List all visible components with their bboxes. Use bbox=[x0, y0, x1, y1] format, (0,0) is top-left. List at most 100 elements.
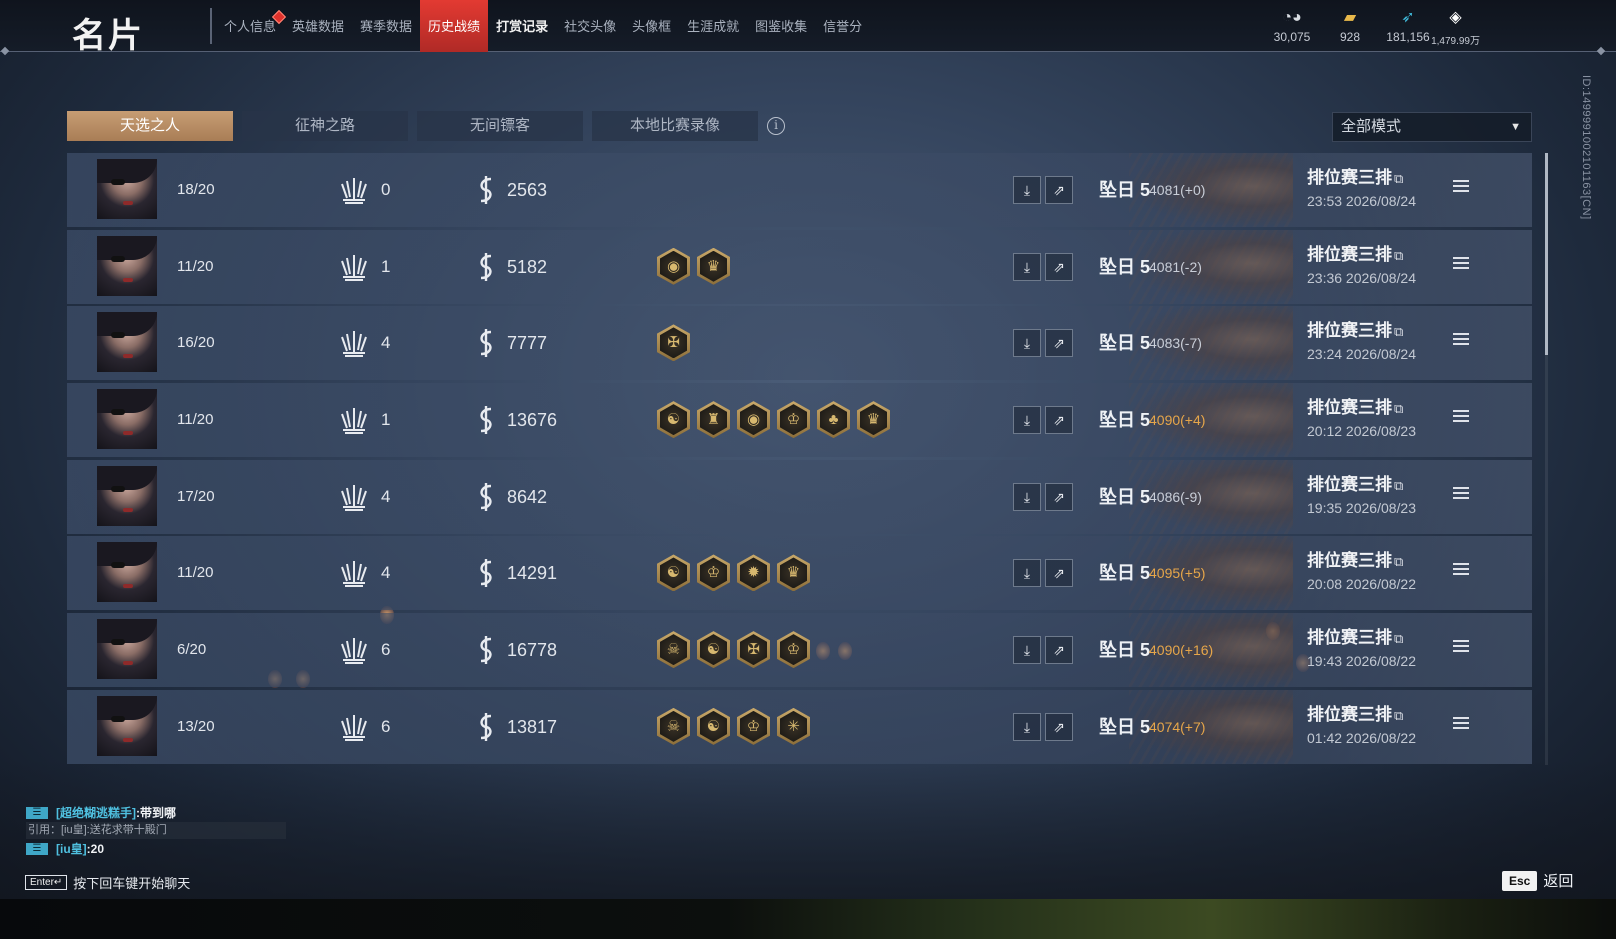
download-icon[interactable]: ⤓ bbox=[1013, 712, 1041, 741]
damage-icon bbox=[474, 558, 498, 588]
achievement-badge-icon[interactable]: ◉ bbox=[737, 401, 770, 439]
match-row[interactable]: 18/20 0 2563 ⤓ ⇗ 坠日 5 4081(+0) 排位赛三排 ⧉ 23:53 2026… bbox=[67, 153, 1532, 227]
damage-value: 16778 bbox=[507, 640, 558, 661]
tab-escort[interactable]: 无间镖客 bbox=[417, 111, 583, 141]
avatar bbox=[97, 542, 157, 603]
copy-icon[interactable]: ⧉ bbox=[1394, 631, 1403, 646]
menu-icon[interactable] bbox=[1453, 716, 1469, 731]
menu-icon[interactable] bbox=[1453, 256, 1469, 271]
tab-chosen-one[interactable]: 天选之人 bbox=[67, 111, 233, 141]
share-icon[interactable]: ⇗ bbox=[1045, 252, 1073, 281]
copy-icon[interactable]: ⧉ bbox=[1394, 554, 1403, 569]
achievement-badge-icon[interactable]: ♛ bbox=[857, 401, 890, 439]
achievement-badge-icon[interactable]: ♔ bbox=[777, 631, 810, 669]
share-icon[interactable]: ⇗ bbox=[1045, 406, 1073, 435]
copy-icon[interactable]: ⧉ bbox=[1394, 401, 1403, 416]
achievement-badge-icon[interactable]: ☯ bbox=[657, 401, 690, 439]
nav-hero-data[interactable]: 英雄数据 bbox=[284, 0, 352, 52]
achievement-badge-icon[interactable]: ☯ bbox=[697, 631, 730, 669]
share-icon[interactable]: ⇗ bbox=[1045, 712, 1073, 741]
achievement-badge-icon[interactable]: ♔ bbox=[737, 707, 770, 745]
back-button[interactable]: Esc 返回 bbox=[1502, 870, 1573, 891]
share-icon[interactable]: ⇗ bbox=[1045, 482, 1073, 511]
achievement-badge-icon[interactable]: ✠ bbox=[657, 324, 690, 362]
copy-icon[interactable]: ⧉ bbox=[1394, 171, 1403, 186]
nav-collection[interactable]: 图鉴收集 bbox=[747, 0, 815, 52]
achievement-badge-icon[interactable]: ✳ bbox=[777, 707, 810, 745]
chat-sender[interactable]: [iu皇] bbox=[56, 840, 87, 857]
achievement-badge-icon[interactable]: ☠ bbox=[657, 707, 690, 745]
achievement-badge-icon[interactable]: ♛ bbox=[697, 247, 730, 285]
achievement-badge-icon[interactable]: ☯ bbox=[657, 554, 690, 592]
kills-icon bbox=[339, 252, 369, 282]
match-row[interactable]: 17/20 4 8642 ⤓ ⇗ 坠日 5 4086(-9) 排位赛三排 ⧉ 19:35 2026… bbox=[67, 459, 1532, 534]
match-time: 01:42 2026/08/22 bbox=[1307, 729, 1416, 746]
achievement-badge-icon[interactable]: ♣ bbox=[817, 401, 850, 439]
match-row[interactable]: 11/20 1 5182 ◉ ♛ ⤓ ⇗ 坠日 5 4081(-2) 排位赛三排 ⧉ 23:36 20… bbox=[67, 229, 1532, 304]
share-icon[interactable]: ⇗ bbox=[1045, 176, 1073, 204]
copy-icon[interactable]: ⧉ bbox=[1394, 708, 1403, 723]
currency-gold[interactable]: ▰ 928 bbox=[1328, 8, 1372, 44]
menu-icon[interactable] bbox=[1453, 410, 1469, 424]
placement: 17/20 bbox=[177, 487, 215, 505]
achievement-badge-icon[interactable]: ♜ bbox=[697, 401, 730, 439]
chat-sender[interactable]: [超绝糊逃糕手] bbox=[56, 804, 136, 821]
achievement-badge-icon[interactable]: ◉ bbox=[657, 247, 690, 285]
match-row[interactable]: 6/20 6 16778 ☠ ☯ ✠ ♔ ⤓ ⇗ 坠日 5 4090(+16) 排位赛三排 ⧉ 19:43… bbox=[67, 613, 1532, 688]
download-icon[interactable]: ⤓ bbox=[1013, 329, 1041, 358]
menu-icon[interactable] bbox=[1453, 486, 1469, 501]
download-icon[interactable]: ⤓ bbox=[1013, 636, 1041, 665]
achievement-badge-icon[interactable]: ☯ bbox=[697, 707, 730, 745]
tier-label: 坠日 5 bbox=[1099, 256, 1151, 277]
score-change: 4090(+4) bbox=[1149, 412, 1206, 429]
info-icon[interactable]: i bbox=[767, 117, 785, 135]
match-row[interactable]: 11/20 1 13676 ☯ ♜ ◉ ♔ ♣ ♛ ⤓ ⇗ 坠日 5 4090(+4) 排位赛三排 ⧉ 20:… bbox=[67, 383, 1532, 458]
nav-credit-score[interactable]: 信誉分 bbox=[815, 0, 870, 52]
copy-icon[interactable]: ⧉ bbox=[1394, 478, 1403, 493]
achievement-badge-icon[interactable]: ♛ bbox=[777, 554, 810, 592]
nav-social-avatar[interactable]: 社交头像 bbox=[556, 0, 624, 52]
menu-icon[interactable] bbox=[1453, 563, 1469, 577]
share-icon[interactable]: ⇗ bbox=[1045, 636, 1073, 665]
achievement-badge-icon[interactable]: ☠ bbox=[657, 631, 690, 669]
download-icon[interactable]: ⤓ bbox=[1013, 559, 1041, 588]
currency-feather[interactable]: ➶ 181,156 bbox=[1386, 8, 1430, 44]
achievement-badge-icon[interactable]: ✹ bbox=[737, 554, 770, 592]
download-icon[interactable]: ⤓ bbox=[1013, 252, 1041, 281]
nav-career-achievements[interactable]: 生涯成就 bbox=[679, 0, 747, 52]
tab-god-path[interactable]: 征神之路 bbox=[242, 111, 408, 141]
nav-season-data[interactable]: 赛季数据 bbox=[352, 0, 420, 52]
share-icon[interactable]: ⇗ bbox=[1045, 559, 1073, 588]
match-mode: 排位赛三排 ⧉ bbox=[1307, 704, 1404, 724]
match-row[interactable]: 16/20 4 7777 ✠ ⤓ ⇗ 坠日 5 4083(-7) 排位赛三排 ⧉ 23:24 202… bbox=[67, 306, 1532, 381]
download-icon[interactable]: ⤓ bbox=[1013, 406, 1041, 435]
kills-icon bbox=[339, 175, 369, 205]
achievement-badge-icon[interactable]: ♔ bbox=[777, 401, 810, 439]
menu-icon[interactable] bbox=[1453, 640, 1469, 654]
match-row[interactable]: 11/20 4 14291 ☯ ♔ ✹ ♛ ⤓ ⇗ 坠日 5 4095(+5) 排位赛三排 ⧉ 20:08… bbox=[67, 536, 1532, 611]
scrollbar-thumb[interactable] bbox=[1545, 153, 1548, 355]
mode-filter-select[interactable]: 全部模式 ▼ bbox=[1332, 112, 1532, 142]
share-icon[interactable]: ⇗ bbox=[1045, 329, 1073, 358]
match-row[interactable]: 13/20 6 13817 ☠ ☯ ♔ ✳ ⤓ ⇗ 坠日 5 4074(+7) 排位赛三排 ⧉ 01:42… bbox=[67, 689, 1532, 764]
score-change: 4074(+7) bbox=[1149, 718, 1206, 735]
copy-icon[interactable]: ⧉ bbox=[1394, 324, 1403, 339]
nav-personal-info[interactable]: 个人信息 bbox=[216, 0, 287, 52]
scrollbar[interactable] bbox=[1545, 153, 1548, 765]
kills-count: 4 bbox=[381, 333, 391, 353]
currency-diamond[interactable]: ◈ 1,479.99万 bbox=[1431, 8, 1480, 47]
download-icon[interactable]: ⤓ bbox=[1013, 176, 1041, 204]
chat-input-hint[interactable]: Enter↵ 按下回车键开始聊天 bbox=[25, 873, 190, 892]
achievement-badge-icon[interactable]: ♔ bbox=[697, 554, 730, 592]
currency-coins[interactable]: ◔◕ 30,075 bbox=[1270, 8, 1314, 44]
nav-avatar-frame[interactable]: 头像框 bbox=[624, 0, 679, 52]
match-mode: 排位赛三排 ⧉ bbox=[1307, 628, 1404, 648]
menu-icon[interactable] bbox=[1453, 180, 1469, 194]
menu-icon[interactable] bbox=[1453, 333, 1469, 347]
download-icon[interactable]: ⤓ bbox=[1013, 482, 1041, 511]
nav-match-history[interactable]: 历史战绩 bbox=[420, 0, 489, 52]
tab-local-replays[interactable]: 本地比赛录像 bbox=[592, 111, 758, 141]
copy-icon[interactable]: ⧉ bbox=[1394, 248, 1403, 263]
achievement-badge-icon[interactable]: ✠ bbox=[737, 631, 770, 669]
nav-tip-records[interactable]: 打赏记录 bbox=[488, 0, 556, 52]
